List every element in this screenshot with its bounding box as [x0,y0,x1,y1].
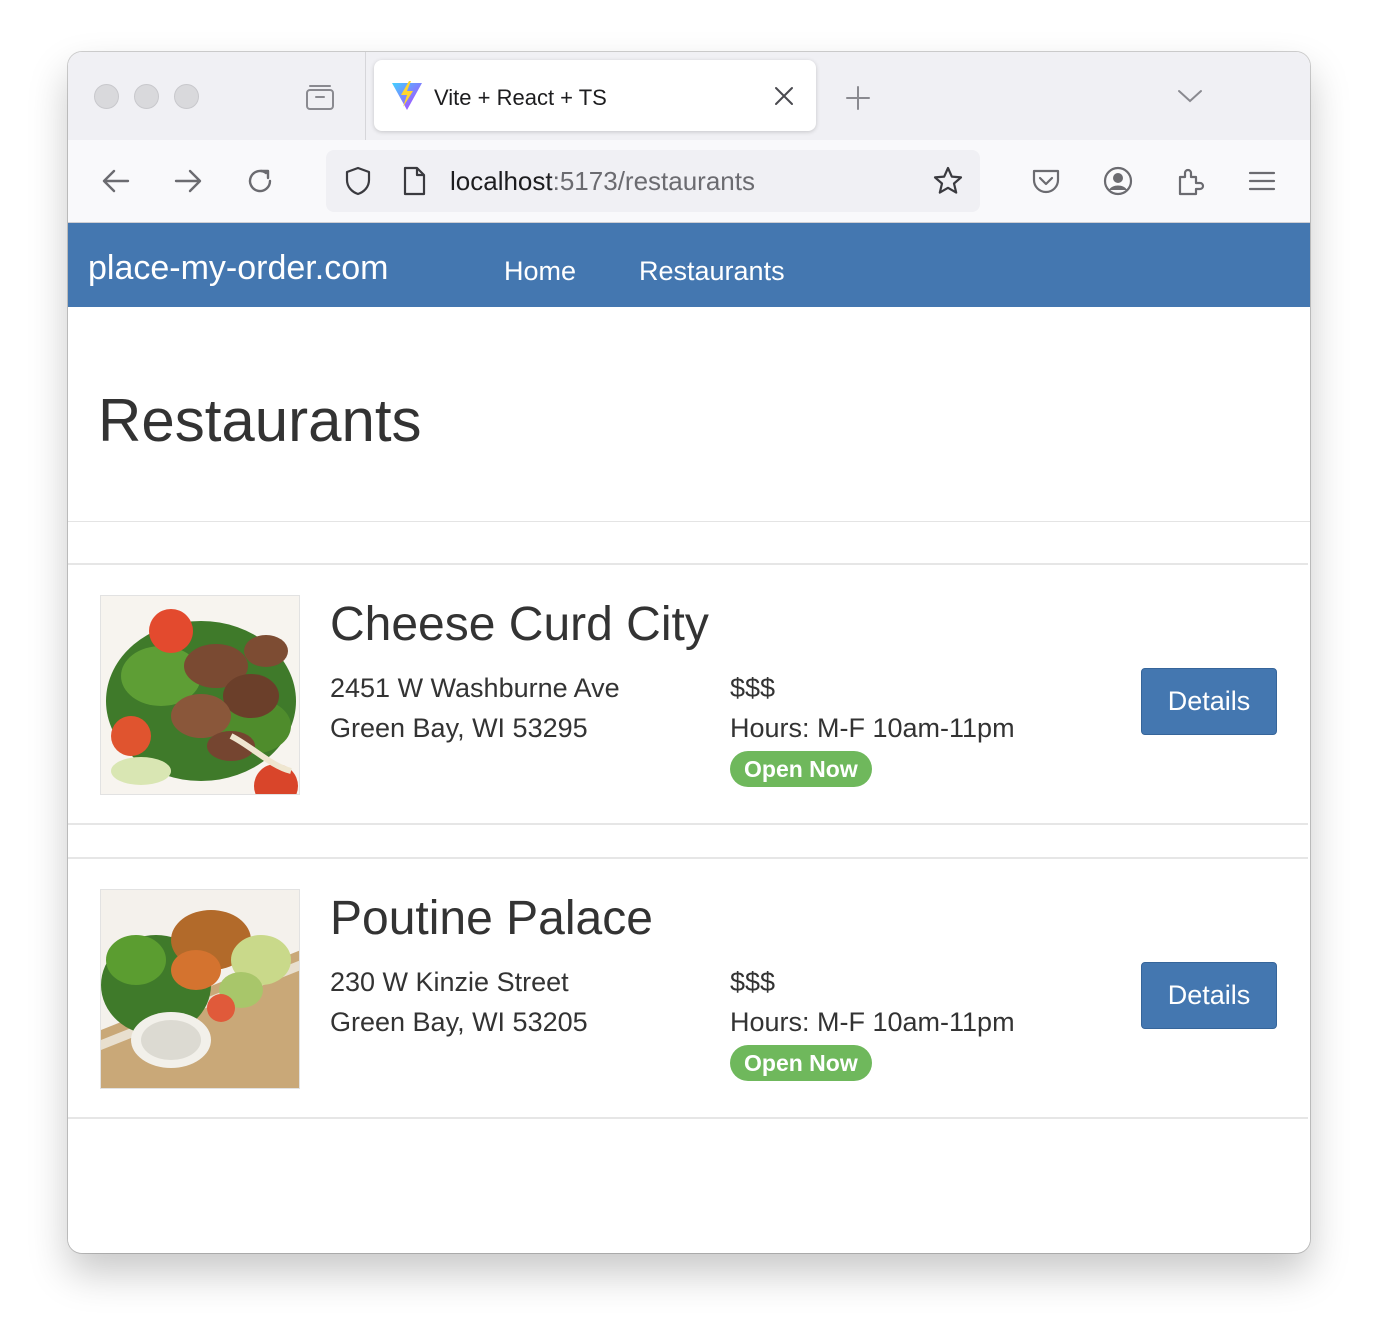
hours: Hours: M-F 10am-11pm [730,713,1015,743]
page-title: Restaurants [98,387,422,454]
star-icon[interactable] [932,165,964,197]
forward-arrow-icon[interactable] [172,165,204,197]
title-divider [68,521,1310,522]
vite-favicon-icon [392,81,422,110]
restaurant-card: Poutine Palace 230 W Kinzie Street Green… [68,857,1308,1119]
shield-icon[interactable] [342,165,374,197]
close-icon[interactable] [772,84,796,108]
reload-icon[interactable] [244,165,276,197]
restaurant-image [100,889,300,1089]
status-badge: Open Now [730,1045,872,1081]
page-content: place-my-order.com Home Restaurants Rest… [68,223,1310,1253]
address-line2: Green Bay, WI 53205 [330,1007,588,1037]
restaurant-card: Cheese Curd City 2451 W Washburne Ave Gr… [68,563,1308,825]
plus-icon[interactable] [844,84,872,112]
url-text[interactable]: localhost:5173/restaurants [450,166,755,197]
extensions-icon[interactable] [1174,165,1206,197]
restaurant-name: Cheese Curd City [330,598,709,651]
address-line1: 230 W Kinzie Street [330,967,569,997]
brand-link[interactable]: place-my-order.com [88,249,388,288]
nav-link-restaurants[interactable]: Restaurants [639,256,785,287]
minimize-window-button[interactable] [134,84,159,109]
active-tab[interactable]: Vite + React + TS [374,60,816,131]
tab-title: Vite + React + TS [434,85,607,110]
price-level: $$$ [730,967,776,997]
url-bar[interactable]: localhost:5173/restaurants [326,150,980,212]
address-line2: Green Bay, WI 53295 [330,713,588,743]
hours: Hours: M-F 10am-11pm [730,1007,1015,1037]
pocket-icon[interactable] [1030,165,1062,197]
tab-divider [365,52,366,140]
browser-window: Vite + React + TS localhost:5173/restaur… [68,52,1310,1253]
account-icon[interactable] [1102,165,1134,197]
tab-overview-icon[interactable] [304,82,336,112]
url-host: localhost [450,166,553,196]
details-button[interactable]: Details [1141,962,1277,1029]
chevron-down-icon[interactable] [1176,86,1204,106]
nav-link-home[interactable]: Home [504,256,576,287]
close-window-button[interactable] [94,84,119,109]
address-line1: 2451 W Washburne Ave [330,673,620,703]
zoom-window-button[interactable] [174,84,199,109]
restaurant-name: Poutine Palace [330,892,653,945]
page-icon [403,166,426,196]
url-path: :5173/restaurants [552,166,755,196]
menu-icon[interactable] [1246,165,1278,197]
tab-bar: Vite + React + TS [68,52,1310,140]
price-level: $$$ [730,673,776,703]
restaurant-image [100,595,300,795]
status-badge: Open Now [730,751,872,787]
back-arrow-icon[interactable] [100,165,132,197]
details-button[interactable]: Details [1141,668,1277,735]
site-navbar: place-my-order.com Home Restaurants [68,223,1310,307]
navigation-toolbar: localhost:5173/restaurants [68,140,1310,223]
